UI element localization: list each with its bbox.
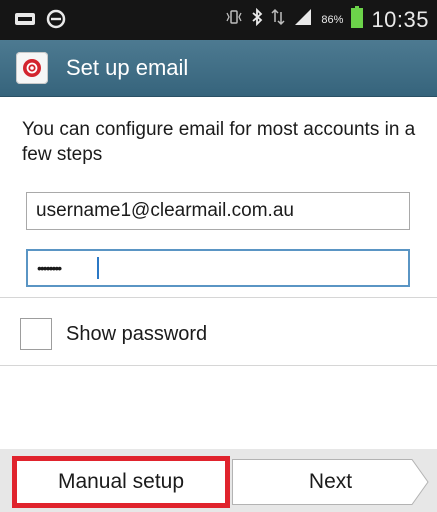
manual-setup-button[interactable]: Manual setup <box>12 456 230 508</box>
show-password-label[interactable]: Show password <box>66 323 207 346</box>
divider <box>0 297 437 298</box>
vibrate-icon <box>225 9 243 30</box>
signal-icon <box>293 8 313 31</box>
setup-form: You can configure email for most account… <box>0 97 437 512</box>
status-bar-left <box>14 9 66 34</box>
status-bar: 86% 10:35 <box>0 0 437 40</box>
next-button[interactable]: Next <box>232 459 429 505</box>
bluetooth-icon <box>251 7 263 31</box>
intro-text: You can configure email for most account… <box>22 119 416 165</box>
show-password-checkbox[interactable] <box>20 318 52 350</box>
divider <box>0 365 437 366</box>
text-cursor <box>97 257 99 279</box>
page-title: Set up email <box>66 55 189 80</box>
email-app-icon <box>16 52 48 84</box>
data-transfer-icon <box>271 8 285 31</box>
voicemail-icon <box>14 11 36 32</box>
clock: 10:35 <box>371 6 429 32</box>
do-not-disturb-icon <box>46 9 66 34</box>
email-field[interactable] <box>26 192 410 230</box>
next-label: Next <box>308 470 353 493</box>
password-field[interactable] <box>26 249 410 287</box>
battery-icon <box>351 6 364 33</box>
status-bar-right: 86% 10:35 <box>225 6 429 33</box>
manual-setup-label: Manual setup <box>57 470 185 493</box>
battery-percent: 86% <box>321 13 344 26</box>
email-setup-screen: 86% 10:35 Set up email You can configure… <box>0 0 437 512</box>
title-bar: Set up email <box>0 40 437 97</box>
